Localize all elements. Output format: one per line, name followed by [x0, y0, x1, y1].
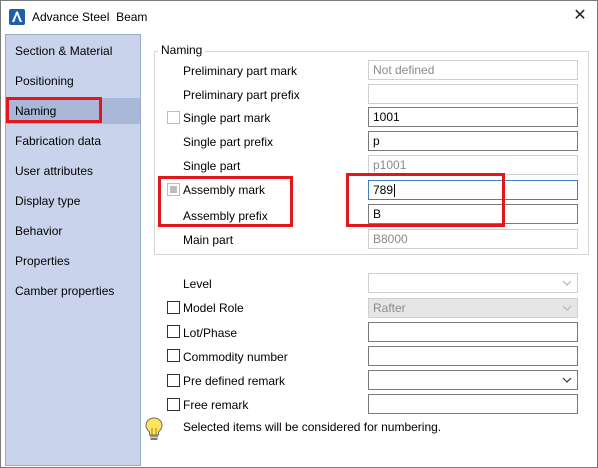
app-title: Advance Steel [32, 10, 110, 24]
model-role-label: Model Role [183, 301, 244, 315]
main-part-label: Main part [183, 233, 234, 247]
sidebar-item-label: Behavior [15, 224, 63, 238]
free-remark-label: Free remark [183, 398, 249, 412]
sidebar-item-label: Fabrication data [15, 134, 102, 148]
chevron-down-icon [561, 302, 573, 314]
level-label: Level [183, 277, 212, 291]
title-bar[interactable]: Advance Steel Beam ✕ [1, 1, 597, 33]
lot-phase-label: Lot/Phase [183, 326, 238, 340]
single-part-mark-label: Single part mark [183, 111, 271, 125]
lightbulb-icon [144, 416, 164, 442]
sidebar-item-label: Positioning [15, 74, 74, 88]
model-role-select[interactable]: Rafter [368, 298, 578, 318]
single-part-prefix-label: Single part prefix [183, 135, 274, 149]
main-part-field: B8000 [368, 229, 578, 249]
single-part-mark-checkbox[interactable] [167, 111, 180, 124]
window-title: Advance Steel Beam [32, 10, 147, 24]
assembly-labels-highlight-box [158, 176, 293, 227]
commodity-number-checkbox[interactable] [167, 349, 180, 362]
preliminary-part-mark-label: Preliminary part mark [183, 64, 298, 78]
close-button[interactable]: ✕ [567, 5, 593, 27]
sidebar-item-behavior[interactable]: Behavior [6, 218, 140, 244]
preliminary-part-mark-field: Not defined [368, 60, 578, 80]
sidebar-item-label: User attributes [15, 164, 94, 178]
sidebar-item-label: Display type [15, 194, 81, 208]
sidebar-item-label: Section & Material [15, 44, 113, 58]
beam-properties-dialog: Advance Steel Beam ✕ Section & Material … [0, 0, 598, 468]
chevron-down-icon [561, 277, 573, 289]
chevron-down-icon [561, 374, 573, 386]
single-part-field: p1001 [368, 155, 578, 175]
model-role-value: Rafter [373, 301, 406, 315]
lot-phase-field[interactable] [368, 322, 578, 342]
preliminary-part-prefix-field [368, 84, 578, 104]
model-role-checkbox[interactable] [167, 301, 180, 314]
single-part-label: Single part [183, 159, 241, 173]
free-remark-field[interactable] [368, 394, 578, 414]
lot-phase-checkbox[interactable] [167, 325, 180, 338]
naming-highlight-box [6, 97, 102, 123]
free-remark-checkbox[interactable] [167, 398, 180, 411]
pre-defined-remark-select[interactable] [368, 370, 578, 390]
assembly-fields-highlight-box [346, 173, 505, 227]
advance-steel-logo-icon [9, 9, 25, 25]
naming-group-title: Naming [158, 43, 206, 57]
object-title: Beam [116, 10, 148, 24]
sidebar-item-label: Properties [15, 254, 70, 268]
sidebar-item-fabrication-data[interactable]: Fabrication data [6, 128, 140, 154]
sidebar-item-display-type[interactable]: Display type [6, 188, 140, 214]
commodity-number-field[interactable] [368, 346, 578, 366]
single-part-prefix-field[interactable]: p [368, 131, 578, 151]
sidebar-item-section-material[interactable]: Section & Material [6, 38, 140, 64]
single-part-mark-field[interactable]: 1001 [368, 107, 578, 127]
close-icon: ✕ [573, 7, 587, 24]
sidebar-item-positioning[interactable]: Positioning [6, 68, 140, 94]
level-select[interactable] [368, 273, 578, 293]
pre-defined-remark-label: Pre defined remark [183, 374, 286, 388]
commodity-number-label: Commodity number [183, 350, 288, 364]
numbering-hint-text: Selected items will be considered for nu… [183, 420, 442, 434]
preliminary-part-prefix-label: Preliminary part prefix [183, 88, 300, 102]
sidebar-item-properties[interactable]: Properties [6, 248, 140, 274]
sidebar-item-camber-properties[interactable]: Camber properties [6, 278, 140, 304]
sidebar-item-label: Camber properties [15, 284, 115, 298]
pre-defined-remark-checkbox[interactable] [167, 374, 180, 387]
sidebar-item-user-attributes[interactable]: User attributes [6, 158, 140, 184]
